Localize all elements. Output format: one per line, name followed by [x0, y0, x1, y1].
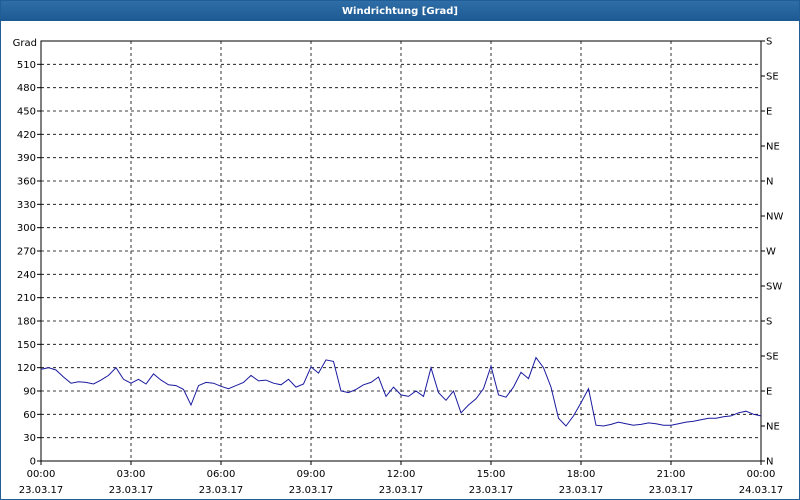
x-tick-date-label: 23.03.17 — [19, 485, 64, 496]
y-tick-label: 330 — [17, 200, 36, 211]
x-tick-time-label: 21:00 — [657, 469, 686, 480]
compass-label: NE — [766, 422, 780, 433]
y-tick-label: 0 — [30, 457, 36, 468]
y-tick-label: 30 — [23, 433, 36, 444]
y-tick-label: 360 — [17, 177, 36, 188]
compass-label: NE — [766, 142, 780, 153]
x-tick-time-label: 09:00 — [297, 469, 326, 480]
compass-label: N — [766, 457, 773, 468]
compass-label: NW — [766, 212, 783, 223]
y-tick-label: 120 — [17, 363, 36, 374]
y-tick-label: 210 — [17, 293, 36, 304]
y-tick-label: 390 — [17, 153, 36, 164]
compass-label: SE — [766, 72, 779, 83]
x-tick-date-label: 24.03.17 — [739, 485, 784, 496]
y-tick-label: 480 — [17, 83, 36, 94]
y-tick-label: 300 — [17, 223, 36, 234]
y-tick-label: 270 — [17, 247, 36, 258]
y-tick-label: 90 — [23, 387, 36, 398]
x-tick-date-label: 23.03.17 — [469, 485, 514, 496]
window-title: Windrichtung [Grad] — [1, 1, 799, 21]
x-tick-time-label: 00:00 — [747, 469, 776, 480]
y-tick-label: 60 — [23, 410, 36, 421]
y-tick-label: 180 — [17, 317, 36, 328]
x-tick-time-label: 18:00 — [567, 469, 596, 480]
compass-label: N — [766, 177, 773, 188]
y-tick-label: 510 — [17, 60, 36, 71]
x-tick-date-label: 23.03.17 — [289, 485, 334, 496]
compass-label: SW — [766, 282, 782, 293]
y-tick-label: 240 — [17, 270, 36, 281]
x-tick-date-label: 23.03.17 — [649, 485, 694, 496]
y-tick-label: 420 — [17, 130, 36, 141]
x-tick-date-label: 23.03.17 — [559, 485, 604, 496]
y-tick-label: 150 — [17, 340, 36, 351]
x-tick-date-label: 23.03.17 — [379, 485, 424, 496]
x-tick-time-label: 06:00 — [207, 469, 236, 480]
compass-label: E — [766, 387, 772, 398]
x-tick-time-label: 12:00 — [387, 469, 416, 480]
compass-label: S — [766, 37, 772, 48]
x-tick-date-label: 23.03.17 — [109, 485, 154, 496]
x-tick-time-label: 00:00 — [27, 469, 56, 480]
compass-label: SE — [766, 352, 779, 363]
chart-window: Windrichtung [Grad] 0 30 60 90 120 150 180 210 2… — [0, 0, 800, 500]
compass-label: S — [766, 317, 772, 328]
y-tick-label: 450 — [17, 107, 36, 118]
compass-label: E — [766, 107, 772, 118]
x-tick-date-label: 23.03.17 — [199, 485, 244, 496]
x-tick-time-label: 15:00 — [477, 469, 506, 480]
x-tick-time-label: 03:00 — [117, 469, 146, 480]
y-axis-label: Grad — [13, 38, 37, 49]
compass-label: W — [766, 247, 776, 258]
wind-direction-chart: 0 30 60 90 120 150 180 210 240 270 300 330 360 390 420… — [13, 37, 784, 497]
